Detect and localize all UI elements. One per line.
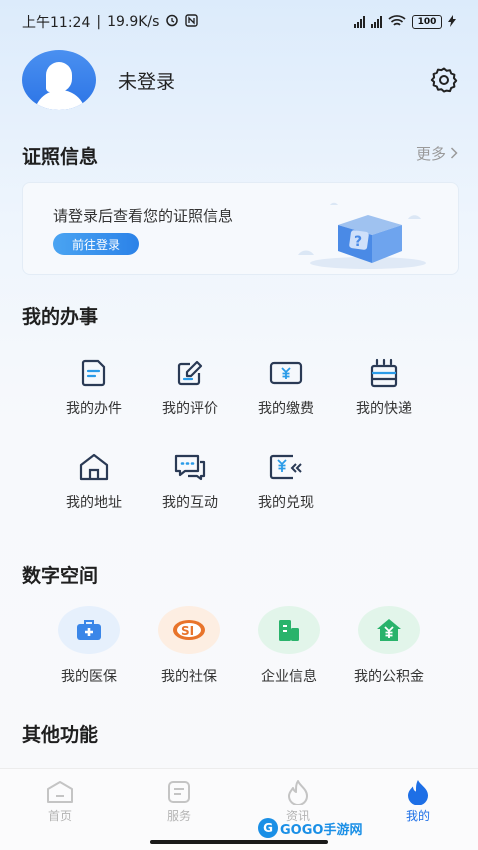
express-icon — [367, 356, 401, 390]
mine-icon — [403, 779, 433, 805]
affair-item-reviews[interactable]: 我的评价 — [142, 356, 238, 418]
space-item-social-security[interactable]: SI 我的社保 — [139, 606, 239, 686]
affair-item-express[interactable]: 我的快递 — [336, 356, 432, 418]
affair-item-redeem[interactable]: 我的兑现 — [238, 450, 334, 512]
tab-mine[interactable]: 我的 — [378, 779, 458, 824]
bottom-tab-bar: 首页 服务 资讯 我的 G GOGO手游网 — [0, 768, 478, 850]
home-icon — [45, 779, 75, 805]
tab-home[interactable]: 首页 — [20, 779, 100, 824]
watermark-logo: G GOGO手游网 — [258, 818, 362, 838]
news-icon — [283, 779, 313, 805]
affair-label: 我的缴费 — [258, 401, 314, 417]
chevron-right-icon — [450, 145, 458, 163]
affair-item-payments[interactable]: 我的缴费 — [238, 356, 334, 418]
watermark-badge: G — [258, 818, 278, 838]
profile-header: 未登录 — [22, 50, 460, 110]
tab-service[interactable]: 服务 — [139, 779, 219, 824]
more-link[interactable]: 更多 — [416, 143, 458, 164]
digital-space-title: 数字空间 — [22, 565, 99, 587]
chat-icon — [173, 450, 207, 484]
status-time: 上午11:24 — [22, 15, 91, 31]
building-icon — [258, 606, 320, 654]
affair-label: 我的互动 — [162, 495, 218, 511]
home-indicator[interactable] — [150, 840, 328, 844]
certificate-prompt: 请登录后查看您的证照信息 — [53, 207, 234, 225]
affair-label: 我的兑现 — [258, 495, 314, 511]
more-label: 更多 — [415, 145, 446, 163]
affair-label: 我的办件 — [66, 401, 122, 417]
certificates-title: 证照信息 — [22, 146, 99, 168]
certificate-card: 请登录后查看您的证照信息 前往登录 ? — [22, 182, 459, 275]
signal-icon — [354, 16, 365, 28]
space-item-housing-fund[interactable]: 我的公积金 — [339, 606, 439, 686]
affair-item-documents[interactable]: 我的办件 — [46, 356, 142, 418]
service-icon — [164, 779, 194, 805]
avatar[interactable] — [22, 50, 96, 110]
wifi-icon — [388, 14, 406, 31]
affairs-title: 我的办事 — [22, 306, 99, 328]
signal-icon-2 — [371, 16, 382, 28]
affair-item-interaction[interactable]: 我的互动 — [142, 450, 238, 512]
battery-icon: 100 — [412, 15, 442, 29]
redeem-icon — [269, 450, 303, 484]
housing-fund-icon — [358, 606, 420, 654]
tab-label: 我的 — [405, 809, 430, 823]
edit-icon — [173, 356, 207, 390]
status-separator: | — [96, 14, 102, 30]
payment-icon — [269, 356, 303, 390]
username[interactable]: 未登录 — [118, 67, 175, 94]
svg-text:SI: SI — [181, 624, 194, 638]
tab-label: 服务 — [166, 809, 191, 823]
house-icon — [77, 450, 111, 484]
alarm-icon — [165, 13, 179, 31]
space-label: 我的医保 — [61, 669, 117, 685]
network-speed: 19.9K/s — [107, 14, 160, 30]
social-security-icon: SI — [158, 606, 220, 654]
space-label: 企业信息 — [261, 669, 317, 685]
empty-box-illustration: ? — [290, 191, 430, 271]
other-functions-title: 其他功能 — [22, 724, 99, 746]
space-item-medical[interactable]: 我的医保 — [39, 606, 139, 686]
affair-label: 我的快递 — [356, 401, 412, 417]
affair-item-address[interactable]: 我的地址 — [46, 450, 142, 512]
medical-kit-icon — [58, 606, 120, 654]
nfc-icon — [185, 13, 199, 31]
affair-label: 我的地址 — [66, 495, 122, 511]
document-icon — [77, 356, 111, 390]
space-label: 我的公积金 — [354, 669, 424, 685]
battery-level: 100 — [417, 17, 437, 27]
watermark-text: GOGO手游网 — [280, 822, 363, 838]
login-button[interactable]: 前往登录 — [53, 233, 139, 255]
space-label: 我的社保 — [161, 669, 217, 685]
status-bar: 上午11:24 | 19.9K/s 100 — [0, 0, 478, 44]
charging-icon — [448, 14, 456, 30]
space-item-enterprise[interactable]: 企业信息 — [239, 606, 339, 686]
affair-label: 我的评价 — [162, 401, 218, 417]
tab-label: 首页 — [47, 809, 72, 823]
gear-icon[interactable] — [428, 64, 460, 96]
svg-text:?: ? — [354, 234, 362, 250]
